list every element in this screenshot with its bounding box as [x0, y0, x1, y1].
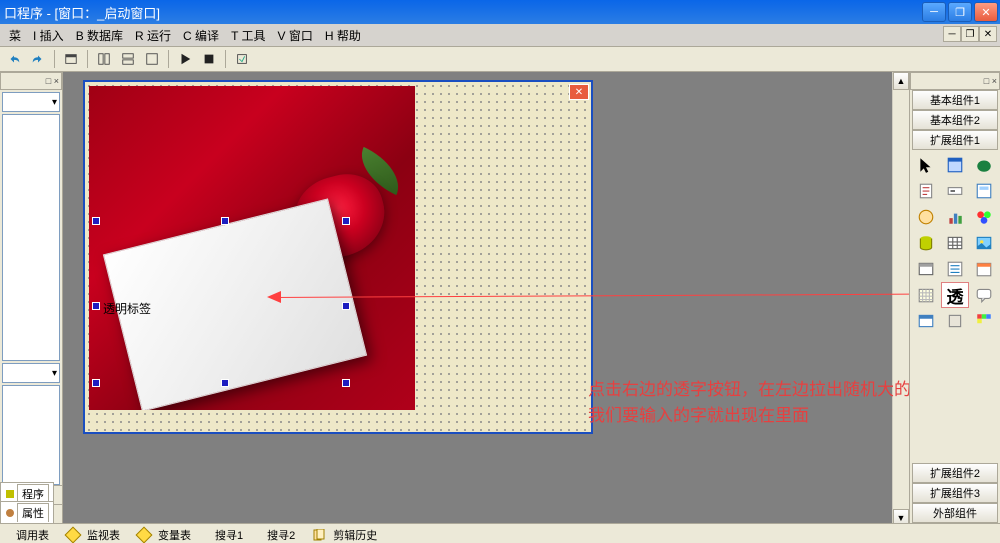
- group-ext1[interactable]: 扩展组件1: [912, 130, 998, 150]
- resize-handle[interactable]: [221, 379, 229, 387]
- tool-window-icon[interactable]: [60, 49, 82, 69]
- tab-property[interactable]: 属性: [0, 501, 54, 523]
- property-list[interactable]: [2, 385, 60, 485]
- tool-redo-icon[interactable]: [27, 49, 49, 69]
- globe-icon[interactable]: [912, 204, 941, 230]
- tool-undo-icon[interactable]: [3, 49, 25, 69]
- status-clip[interactable]: 剪辑历史: [313, 527, 383, 543]
- menu-item[interactable]: V 窗口: [278, 27, 313, 44]
- form-canvas[interactable]: ✕ 透明标签: [83, 80, 593, 434]
- picture-icon[interactable]: [969, 230, 998, 256]
- tool-run-icon[interactable]: [174, 49, 196, 69]
- panel-header-glyph[interactable]: □ ×: [46, 76, 59, 86]
- list-icon[interactable]: [941, 256, 970, 282]
- status-search2[interactable]: 搜寻2: [261, 527, 301, 543]
- resize-handle[interactable]: [342, 379, 350, 387]
- status-watch[interactable]: 监视表: [67, 527, 126, 543]
- mdi-close[interactable]: ✕: [979, 26, 997, 42]
- mdi-minimize[interactable]: ─: [943, 26, 961, 42]
- month-icon[interactable]: [912, 282, 941, 308]
- resize-handle[interactable]: [92, 379, 100, 387]
- menu-item[interactable]: C 编译: [183, 27, 219, 44]
- close-button[interactable]: ✕: [974, 2, 998, 22]
- resize-handle[interactable]: [342, 217, 350, 225]
- transparent-label[interactable]: 透明标签: [103, 300, 151, 317]
- grid-icon[interactable]: [912, 256, 941, 282]
- menu-bar: 菜 I 插入 B 数据库 R 运行 C 编译 T 工具 V 窗口 H 帮助 ─ …: [0, 24, 1000, 47]
- menu-item[interactable]: H 帮助: [325, 27, 361, 44]
- menu-item[interactable]: R 运行: [135, 27, 171, 44]
- form2-icon[interactable]: [969, 178, 998, 204]
- window-buttons: ─ ❐ ✕: [922, 2, 998, 22]
- mdi-buttons: ─ ❐ ✕: [943, 26, 997, 42]
- color-icon[interactable]: [969, 308, 998, 334]
- status-calltable[interactable]: 调用表: [10, 527, 55, 543]
- minimize-button[interactable]: ─: [922, 2, 946, 22]
- left-tabs2: 属性: [0, 504, 62, 523]
- form-icon[interactable]: [941, 152, 970, 178]
- table-icon[interactable]: [941, 230, 970, 256]
- chart-icon[interactable]: [941, 204, 970, 230]
- resize-handle[interactable]: [92, 217, 100, 225]
- resize-handle[interactable]: [92, 302, 100, 310]
- menu-item[interactable]: I 插入: [33, 27, 64, 44]
- maximize-button[interactable]: ❐: [948, 2, 972, 22]
- project-list[interactable]: [2, 114, 60, 361]
- group-basic2[interactable]: 基本组件2: [912, 110, 998, 130]
- scroll-track[interactable]: [893, 90, 909, 509]
- status-vars[interactable]: 变量表: [138, 527, 197, 543]
- resize-handle[interactable]: [221, 217, 229, 225]
- panel-header: □ ×: [910, 72, 1000, 90]
- panel-dropdown[interactable]: ▾: [2, 92, 60, 112]
- tool-layout3-icon[interactable]: [141, 49, 163, 69]
- title-bar: 口程序 - [窗口：_启动窗口] ─ ❐ ✕: [0, 0, 1000, 24]
- menu-item[interactable]: T 工具: [231, 27, 265, 44]
- title-text: 口程序 - [窗口：_启动窗口]: [4, 3, 160, 22]
- window-icon[interactable]: [912, 308, 941, 334]
- resize-handle[interactable]: [342, 302, 350, 310]
- scroll-down-icon[interactable]: ▼: [893, 509, 909, 523]
- transparent-label-icon[interactable]: 透: [941, 282, 970, 308]
- calendar-icon[interactable]: [969, 256, 998, 282]
- group-basic1[interactable]: 基本组件1: [912, 90, 998, 110]
- menu-item[interactable]: B 数据库: [76, 27, 123, 44]
- doc-icon[interactable]: [912, 178, 941, 204]
- form-close-icon[interactable]: ✕: [569, 84, 589, 100]
- left-panel: □ × ▾ ▾ 程序 属性: [0, 72, 63, 523]
- group-ext2[interactable]: 扩展组件2: [912, 463, 998, 483]
- group-ext3[interactable]: 扩展组件3: [912, 483, 998, 503]
- database-icon[interactable]: [912, 230, 941, 256]
- panel-header: □ ×: [0, 72, 62, 90]
- tool-build-icon[interactable]: [231, 49, 253, 69]
- toolbar: [0, 47, 1000, 72]
- component-panel: □ × 基本组件1 基本组件2 扩展组件1 透 扩展组件: [910, 72, 1000, 523]
- turtle-icon[interactable]: [969, 152, 998, 178]
- component-palette: 透: [910, 150, 1000, 463]
- status-bar: 调用表 监视表 变量表 搜寻1 搜寻2 剪辑历史: [0, 523, 1000, 543]
- pointer-tool-icon[interactable]: [912, 152, 941, 178]
- annotation-text: 点击右边的透字按钮，在左边拉出随机大的框，等下我们要输入的字就出现在里面: [588, 377, 910, 429]
- vertical-scrollbar[interactable]: ▲ ▼: [892, 72, 909, 523]
- annotation-arrow-head: [267, 291, 281, 303]
- group-external[interactable]: 外部组件: [912, 503, 998, 523]
- mdi-restore[interactable]: ❐: [961, 26, 979, 42]
- panel-icon[interactable]: [941, 308, 970, 334]
- edit-icon[interactable]: [941, 178, 970, 204]
- tool-stop-icon[interactable]: [198, 49, 220, 69]
- menu-item[interactable]: 菜: [9, 27, 21, 44]
- palette-icon[interactable]: [969, 204, 998, 230]
- tool-layout2-icon[interactable]: [117, 49, 139, 69]
- status-search1[interactable]: 搜寻1: [209, 527, 249, 543]
- panel-dropdown2[interactable]: ▾: [2, 363, 60, 383]
- scroll-up-icon[interactable]: ▲: [893, 72, 909, 90]
- tool-layout1-icon[interactable]: [93, 49, 115, 69]
- tooltip-icon[interactable]: [969, 282, 998, 308]
- designer-area[interactable]: ✕ 透明标签 点击: [63, 72, 910, 523]
